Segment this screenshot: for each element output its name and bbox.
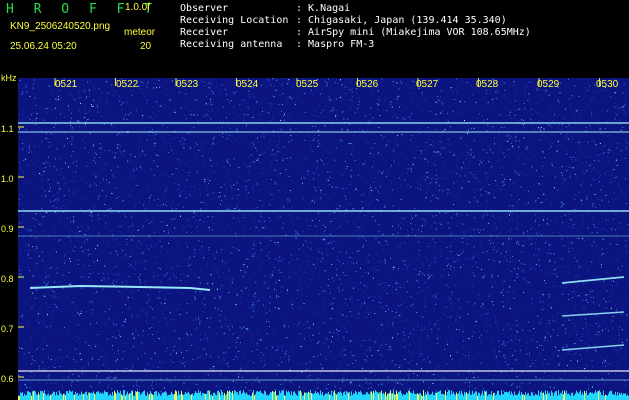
x-tick-0525: 0525 bbox=[296, 79, 319, 90]
y-tick-1-1: 1.1 bbox=[1, 124, 14, 134]
meteor-trace-2 bbox=[561, 276, 625, 284]
meteor-trace-1 bbox=[29, 284, 211, 291]
noise-speckle bbox=[18, 78, 629, 400]
meteor-label: meteor bbox=[124, 27, 156, 38]
info-value-location: : Chigasaki, Japan (139.414 35.340) bbox=[296, 15, 507, 26]
version-label: 1.0.0f bbox=[125, 2, 151, 13]
info-label-location: Receiving Location bbox=[180, 15, 289, 26]
info-value-receiver: : AirSpy mini (Miakejima VOR 108.65MHz) bbox=[296, 27, 531, 38]
x-tick-0528: 0528 bbox=[476, 79, 499, 90]
x-tick-0521: 0521 bbox=[55, 79, 78, 90]
x-tick-0524: 0524 bbox=[236, 79, 259, 90]
meteor-trace-3 bbox=[561, 311, 625, 317]
x-tick-0530: 0530 bbox=[596, 79, 619, 90]
datetime-label: 25.06.24 05:20 bbox=[10, 41, 77, 52]
x-tick-0523: 0523 bbox=[176, 79, 199, 90]
x-tick-0529: 0529 bbox=[537, 79, 560, 90]
y-axis-unit: kHz bbox=[1, 73, 17, 83]
spectrogram-canvas bbox=[18, 78, 629, 400]
y-tick-0-7: 0.7 bbox=[1, 324, 14, 334]
meteor-count: 20 bbox=[140, 41, 152, 52]
y-tick-0-9: 0.9 bbox=[1, 224, 14, 234]
noise-floor-strip bbox=[18, 390, 629, 400]
info-label-observer: Observer bbox=[180, 3, 229, 14]
x-tick-0526: 0526 bbox=[356, 79, 379, 90]
x-tick-0527: 0527 bbox=[416, 79, 439, 90]
info-value-antenna: : Maspro FM-3 bbox=[296, 39, 375, 50]
y-tick-1-0: 1.0 bbox=[1, 174, 14, 184]
spectrogram-plot[interactable] bbox=[18, 78, 629, 400]
y-tick-0-6: 0.6 bbox=[1, 374, 14, 384]
info-label-antenna: Receiving antenna bbox=[180, 39, 283, 50]
filename-label: KN9_2506240520.png bbox=[10, 21, 111, 32]
info-value-observer: : K.Nagai bbox=[296, 3, 351, 14]
x-tick-0522: 0522 bbox=[116, 79, 139, 90]
info-label-receiver: Receiver bbox=[180, 27, 229, 38]
y-tick-0-8: 0.8 bbox=[1, 274, 14, 284]
